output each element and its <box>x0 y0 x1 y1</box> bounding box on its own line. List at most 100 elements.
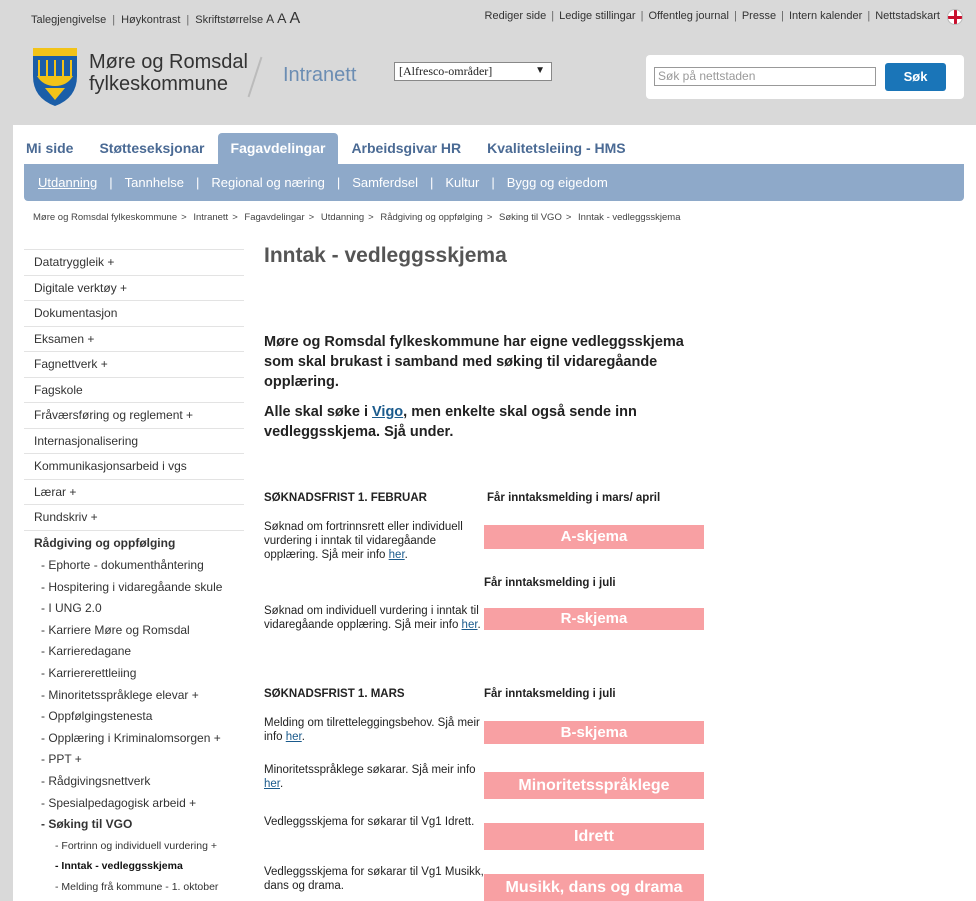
sidebar-item[interactable]: Internasjonalisering <box>24 427 244 454</box>
font-size-large-button[interactable]: A <box>289 10 300 28</box>
breadcrumb-item[interactable]: Fagavdelingar <box>244 212 304 223</box>
minoritet-info-link[interactable]: her <box>264 778 280 790</box>
sidebar-item[interactable]: Datatryggleik + <box>24 249 244 275</box>
a-skjema-info-link[interactable]: her <box>389 549 405 561</box>
musikk-dans-drama-button[interactable]: Musikk, dans og drama <box>484 874 704 901</box>
primary-tabs: Mi side Støtteseksjonar Fagavdelingar Ar… <box>13 133 639 164</box>
tab-kvalitetsleiing-hms[interactable]: Kvalitetsleiing - HMS <box>474 133 638 164</box>
sidebar-item[interactable]: Rundskriv + <box>24 504 244 530</box>
talegjengivelse-link[interactable]: Talegjengivelse <box>31 14 106 26</box>
b-skjema-button[interactable]: B-skjema <box>484 721 704 744</box>
english-flag-icon[interactable] <box>947 9 963 25</box>
nettstadskart-link[interactable]: Nettstadskart <box>875 10 940 22</box>
sidebar-subitem[interactable]: - Oppfølgingstenesta <box>24 706 244 728</box>
tab-stotteseksjonar[interactable]: Støtteseksjonar <box>86 133 217 164</box>
sidebar-subitem[interactable]: - Karrieredagane <box>24 641 244 663</box>
sidebar-item[interactable]: Eksamen + <box>24 325 244 352</box>
presse-link[interactable]: Presse <box>742 10 776 22</box>
intro-text: Møre og Romsdal fylkeskommune har eigne … <box>264 332 714 452</box>
sidebar-subitem[interactable]: - Rådgivingsnettverk <box>24 771 244 793</box>
sidebar-subsubitem[interactable]: - Fortrinn og individuell vurdering + <box>24 836 244 857</box>
font-size-small-button[interactable]: A <box>266 12 274 26</box>
vigo-link[interactable]: Vigo <box>372 404 403 420</box>
org-line-1: Møre og Romsdal <box>89 51 248 73</box>
intro-paragraph-2: Alle skal søke i Vigo, men enkelte skal … <box>264 402 714 442</box>
r-skjema-info-link[interactable]: her <box>462 619 478 631</box>
utility-links-right: Rediger side | Ledige stillingar | Offen… <box>485 10 940 22</box>
hoykontrast-link[interactable]: Høykontrast <box>121 14 180 26</box>
subnav-utdanning[interactable]: Utdanning <box>38 175 97 190</box>
a-skjema-button[interactable]: A-skjema <box>484 525 704 549</box>
subnav-regional-og-naering[interactable]: Regional og næring <box>211 175 324 190</box>
sidebar-item[interactable]: Dokumentasjon <box>24 300 244 326</box>
minoritet-description: Minoritetsspråklege søkarar. Sjå meir in… <box>264 763 484 791</box>
intern-kalender-link[interactable]: Intern kalender <box>789 10 862 22</box>
breadcrumb-item[interactable]: Intranett <box>193 212 228 223</box>
sidebar-subitem[interactable]: - Minoritetsspråklege elevar + <box>24 685 244 707</box>
sidebar-subitem[interactable]: - Opplæring i Kriminalomsorgen + <box>24 728 244 750</box>
separator: | <box>195 175 200 190</box>
intro-paragraph-1: Møre og Romsdal fylkeskommune har eigne … <box>264 334 684 390</box>
idrett-button[interactable]: Idrett <box>484 823 704 850</box>
a-desc-text: Søknad om fortrinnsrett eller individuel… <box>264 521 463 561</box>
subnav-kultur[interactable]: Kultur <box>445 175 479 190</box>
musikk-description: Vedleggsskjema for søkarar til Vg1 Musik… <box>264 866 484 892</box>
tab-fagavdelingar[interactable]: Fagavdelingar <box>217 133 339 164</box>
tab-mi-side[interactable]: Mi side <box>13 133 86 164</box>
info-heading-juli-2: Får inntaksmelding i juli <box>484 688 616 700</box>
sidebar-subitem[interactable]: - Ephorte - dokumenthåntering <box>24 555 244 577</box>
offentleg-journal-link[interactable]: Offentleg journal <box>648 10 729 22</box>
info-heading-mars-april: Får inntaksmelding i mars/ april <box>487 492 661 504</box>
a-skjema-description: Søknad om fortrinnsrett eller individuel… <box>264 520 484 562</box>
sidebar-item[interactable]: Fagnettverk + <box>24 351 244 377</box>
sidebar-subitem[interactable]: - Spesialpedagogisk arbeid + <box>24 793 244 815</box>
sidebar-subitem[interactable]: - Karriere Møre og Romsdal <box>24 620 244 642</box>
subnav-bygg-og-eigedom[interactable]: Bygg og eigedom <box>507 175 608 190</box>
m-desc-text: Minoritetsspråklege søkarar. Sjå meir in… <box>264 764 476 776</box>
alfresco-select-value: [Alfresco-områder] <box>399 64 493 78</box>
sidebar-item[interactable]: Kommunikasjonsarbeid i vgs <box>24 453 244 479</box>
search-button[interactable]: Søk <box>885 63 946 91</box>
subnav-tannhelse[interactable]: Tannhelse <box>125 175 184 190</box>
separator: | <box>640 10 644 22</box>
sidebar-subsubitem[interactable]: - Melding frå kommune - 1. oktober <box>24 877 244 898</box>
sidebar-subitem[interactable]: - Hospitering i vidaregåande skule <box>24 577 244 599</box>
separator: | <box>867 10 871 22</box>
search-input[interactable]: Søk på nettstaden <box>654 67 876 86</box>
breadcrumb-current: Inntak - vedleggsskjema <box>578 212 681 223</box>
b-skjema-info-link[interactable]: her <box>286 731 302 743</box>
ledige-stillingar-link[interactable]: Ledige stillingar <box>559 10 635 22</box>
sidebar-subitem[interactable]: - PPT + <box>24 749 244 771</box>
sidebar-subitem-active[interactable]: - Søking til VGO <box>24 814 244 836</box>
dropdown-arrow-icon: ▼ <box>535 65 545 76</box>
tab-arbeidsgivar-hr[interactable]: Arbeidsgivar HR <box>338 133 474 164</box>
r-skjema-button[interactable]: R-skjema <box>484 608 704 630</box>
font-size-medium-button[interactable]: A <box>277 10 286 26</box>
info-heading-juli: Får inntaksmelding i juli <box>484 577 616 589</box>
coat-of-arms-icon[interactable] <box>31 46 79 108</box>
breadcrumb-item[interactable]: Rådgiving og oppfølging <box>380 212 482 223</box>
breadcrumb: Møre og Romsdal fylkeskommune > Intranett… <box>33 212 681 223</box>
sidebar-subsubitem-current[interactable]: - Inntak - vedleggsskjema <box>24 856 244 877</box>
sidebar-item[interactable]: Fagskole <box>24 376 244 403</box>
subnav-samferdsel[interactable]: Samferdsel <box>352 175 418 190</box>
rediger-side-link[interactable]: Rediger side <box>485 10 547 22</box>
breadcrumb-item[interactable]: Utdanning <box>321 212 364 223</box>
organization-name[interactable]: Møre og Romsdal fylkeskommune <box>89 51 248 95</box>
separator: | <box>429 175 434 190</box>
sidebar-item[interactable]: Lærar + <box>24 478 244 505</box>
intro-text-pre: Alle skal søke i <box>264 404 373 420</box>
minoritetssprakleg-button[interactable]: Minoritetsspråklege <box>484 772 704 799</box>
alfresco-select[interactable]: [Alfresco-områder] ▼ <box>394 62 552 81</box>
sidebar-subitem[interactable]: - Karriererettleiing <box>24 663 244 685</box>
sidebar-item-active[interactable]: Rådgiving og oppfølging <box>24 529 244 556</box>
section-heading-mars: SØKNADSFRIST 1. MARS <box>264 688 405 700</box>
org-line-2: fylkeskommune <box>89 73 228 95</box>
sidebar-subitem[interactable]: - I UNG 2.0 <box>24 598 244 620</box>
intranett-label[interactable]: Intranett <box>283 64 356 87</box>
separator: | <box>109 175 113 190</box>
sidebar-item[interactable]: Digitale verktøy + <box>24 274 244 301</box>
breadcrumb-item[interactable]: Søking til VGO <box>499 212 562 223</box>
sidebar-item[interactable]: Fråværsføring og reglement + <box>24 402 244 428</box>
breadcrumb-item[interactable]: Møre og Romsdal fylkeskommune <box>33 212 177 223</box>
